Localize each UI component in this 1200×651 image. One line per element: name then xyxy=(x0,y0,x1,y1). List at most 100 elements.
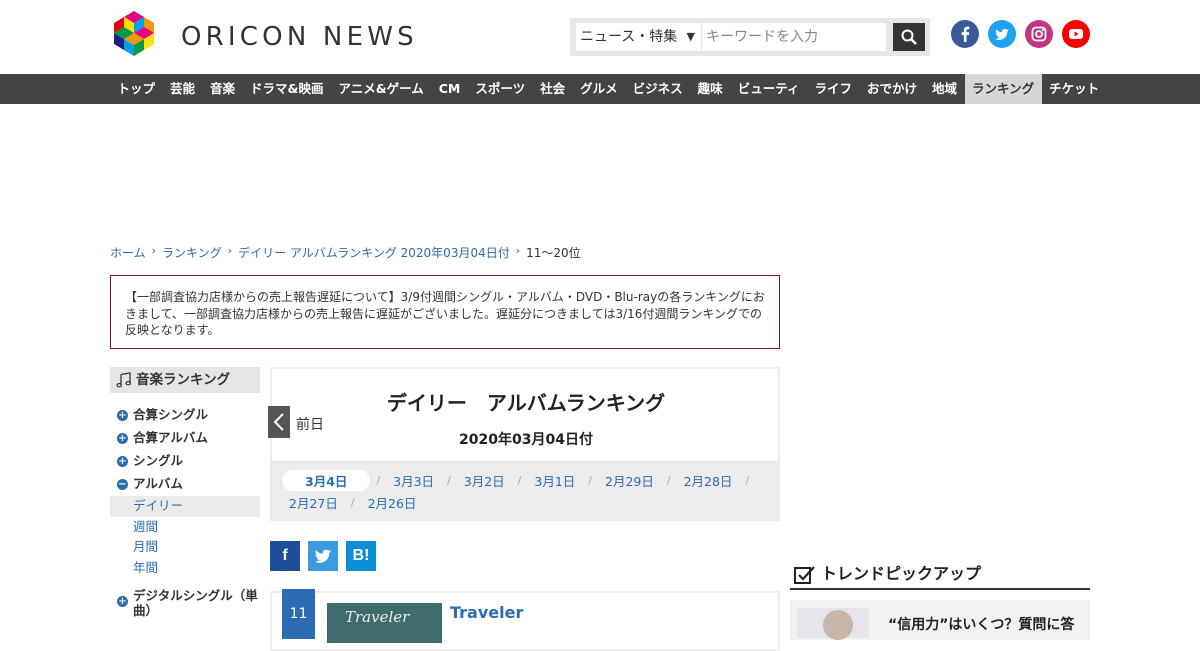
search-box: ニュース・特集 ▼ xyxy=(570,18,930,56)
sidebar-item-combined-single[interactable]: + 合算シングル xyxy=(110,404,260,427)
nav-item-3[interactable]: ドラマ&映画 xyxy=(243,74,331,104)
breadcrumb-ranking[interactable]: ランキング xyxy=(162,244,222,261)
instagram-link[interactable] xyxy=(1025,20,1053,48)
chevron-right-icon: › xyxy=(227,244,233,257)
sidebar-item-label: デジタルシングル（単曲） xyxy=(133,587,258,618)
instagram-icon xyxy=(1025,20,1053,48)
sidebar-item-single[interactable]: + シングル xyxy=(110,450,260,473)
date-link[interactable]: 3月1日 xyxy=(527,471,582,490)
date-link[interactable]: 2月29日 xyxy=(598,471,661,490)
sidebar-item-album[interactable]: − アルバム xyxy=(110,473,260,496)
twitter-icon xyxy=(314,549,331,563)
search-icon xyxy=(901,29,917,45)
site-header: ORICON NEWS ニュース・特集 ▼ xyxy=(0,0,1200,74)
youtube-link[interactable] xyxy=(1062,20,1090,48)
sidebar-item-combined-album[interactable]: + 合算アルバム xyxy=(110,427,260,450)
date-link[interactable]: 3月3日 xyxy=(386,471,441,490)
date-link[interactable]: 2月26日 xyxy=(361,493,424,512)
date-link[interactable]: 3月2日 xyxy=(457,471,512,490)
nav-item-9[interactable]: ビジネス xyxy=(625,74,690,104)
date-row: 3月4日 / 3月3日 / 3月2日 / 3月1日 / 2月29日 / 2月28日 / xyxy=(282,470,768,491)
date-link[interactable]: 3月4日 xyxy=(282,470,371,491)
facebook-share-button[interactable]: f xyxy=(270,541,300,571)
sidebar-item-label: 合算シングル xyxy=(133,407,209,422)
site-logo-text[interactable]: ORICON NEWS xyxy=(181,22,418,52)
music-note-icon xyxy=(116,372,132,388)
date-link[interactable]: 2月28日 xyxy=(677,471,740,490)
date-separator: / xyxy=(588,474,592,487)
checkbox-icon xyxy=(794,566,815,584)
trend-pickup-header: トレンドピックアップ xyxy=(790,563,1090,590)
search-button[interactable] xyxy=(893,23,925,51)
previous-day-button[interactable] xyxy=(268,406,290,438)
hatena-bookmark-icon: B! xyxy=(352,547,370,564)
page-title: デイリー アルバムランキング xyxy=(386,391,666,415)
date-separator: / xyxy=(376,474,381,487)
date-separator: / xyxy=(517,474,522,487)
youtube-icon xyxy=(1062,20,1090,48)
trend-item-title[interactable]: “信用力”はいくつ？質問に答 xyxy=(888,614,1074,634)
trend-item-thumbnail[interactable] xyxy=(797,608,869,640)
nav-item-4[interactable]: アニメ&ゲーム xyxy=(331,74,431,104)
nav-item-10[interactable]: 趣味 xyxy=(690,74,730,104)
sidebar-subitem-yearly[interactable]: 年間 xyxy=(110,558,260,579)
album-cover-image[interactable]: Traveler xyxy=(327,603,442,643)
nav-item-5[interactable]: CM xyxy=(431,74,468,104)
nav-item-7[interactable]: 社会 xyxy=(533,74,573,104)
sidebar-subitem-weekly[interactable]: 週間 xyxy=(110,517,260,538)
chevron-right-icon: › xyxy=(151,244,157,257)
sidebar-title-label: 音楽ランキング xyxy=(136,372,231,388)
sidebar-subitem-monthly[interactable]: 月間 xyxy=(110,537,260,558)
sidebar-list: + 合算シングル + 合算アルバム + シングル − アルバム デイリー 週間 … xyxy=(110,404,260,618)
album-cover-title: Traveler xyxy=(345,608,410,626)
chevron-right-icon: › xyxy=(515,244,521,257)
twitter-icon xyxy=(988,20,1016,48)
search-input[interactable] xyxy=(702,23,886,51)
facebook-link[interactable] xyxy=(951,20,979,48)
date-link[interactable]: 2月27日 xyxy=(282,493,345,512)
date-separator: / xyxy=(745,474,750,487)
sidebar-item-label: アルバム xyxy=(133,476,183,491)
nav-item-15[interactable]: ランキング xyxy=(964,74,1042,104)
nav-item-16[interactable]: チケット xyxy=(1042,74,1107,104)
sidebar-item-label: 合算アルバム xyxy=(133,430,208,445)
trend-pickup-title: トレンドピックアップ xyxy=(821,564,982,583)
person-image xyxy=(823,610,853,640)
sidebar-subitem-daily[interactable]: デイリー xyxy=(110,496,260,517)
sidebar-item-digital-single[interactable]: + デジタルシングル（単曲） xyxy=(110,584,260,618)
plus-icon: + xyxy=(117,456,128,467)
date-separator: / xyxy=(666,474,671,487)
twitter-share-button[interactable] xyxy=(308,541,338,571)
sidebar-title: 音楽ランキング xyxy=(110,367,260,393)
facebook-icon: f xyxy=(282,547,288,564)
album-title-link[interactable]: Traveler xyxy=(450,603,523,622)
nav-item-12[interactable]: ライフ xyxy=(807,74,860,104)
notice-box: 【一部調査協力店様からの売上報告遅延について】3/9付週間シングル・アルバム・D… xyxy=(110,275,780,349)
nav-item-13[interactable]: おでかけ xyxy=(859,74,924,104)
nav-item-8[interactable]: グルメ xyxy=(573,74,626,104)
nav-item-11[interactable]: ビューティ xyxy=(730,74,807,104)
twitter-link[interactable] xyxy=(988,20,1016,48)
plus-icon: + xyxy=(117,433,128,444)
nav-item-0[interactable]: トップ xyxy=(110,74,163,104)
date-separator: / xyxy=(350,496,355,509)
date-separator: / xyxy=(447,474,451,487)
date-row: 2月27日 / 2月26日 xyxy=(282,492,768,513)
breadcrumb-home[interactable]: ホーム xyxy=(110,244,146,261)
breadcrumb-daily[interactable]: デイリー アルバムランキング 2020年03月04日付 xyxy=(238,244,510,261)
minus-icon: − xyxy=(117,479,128,490)
ranking-date: 2020年03月04日付 xyxy=(459,432,593,448)
nav-item-14[interactable]: 地域 xyxy=(924,74,964,104)
breadcrumb-current: 11～20位 xyxy=(526,246,581,260)
nav-item-6[interactable]: スポーツ xyxy=(468,74,533,104)
search-category-select[interactable]: ニュース・特集 ▼ xyxy=(576,23,701,51)
nav-item-1[interactable]: 芸能 xyxy=(163,74,203,104)
plus-icon: + xyxy=(117,410,128,421)
facebook-icon xyxy=(951,20,979,48)
hatena-bookmark-button[interactable]: B! xyxy=(346,541,376,571)
previous-day-label[interactable]: 前日 xyxy=(296,414,324,434)
date-selector: 3月4日/3月3日/3月2日/3月1日/2月29日/2月28日/ 2月27日/2… xyxy=(270,461,780,521)
nav-item-2[interactable]: 音楽 xyxy=(203,74,243,104)
oricon-logo-icon[interactable] xyxy=(110,11,158,64)
chevron-down-icon: ▼ xyxy=(686,30,695,43)
